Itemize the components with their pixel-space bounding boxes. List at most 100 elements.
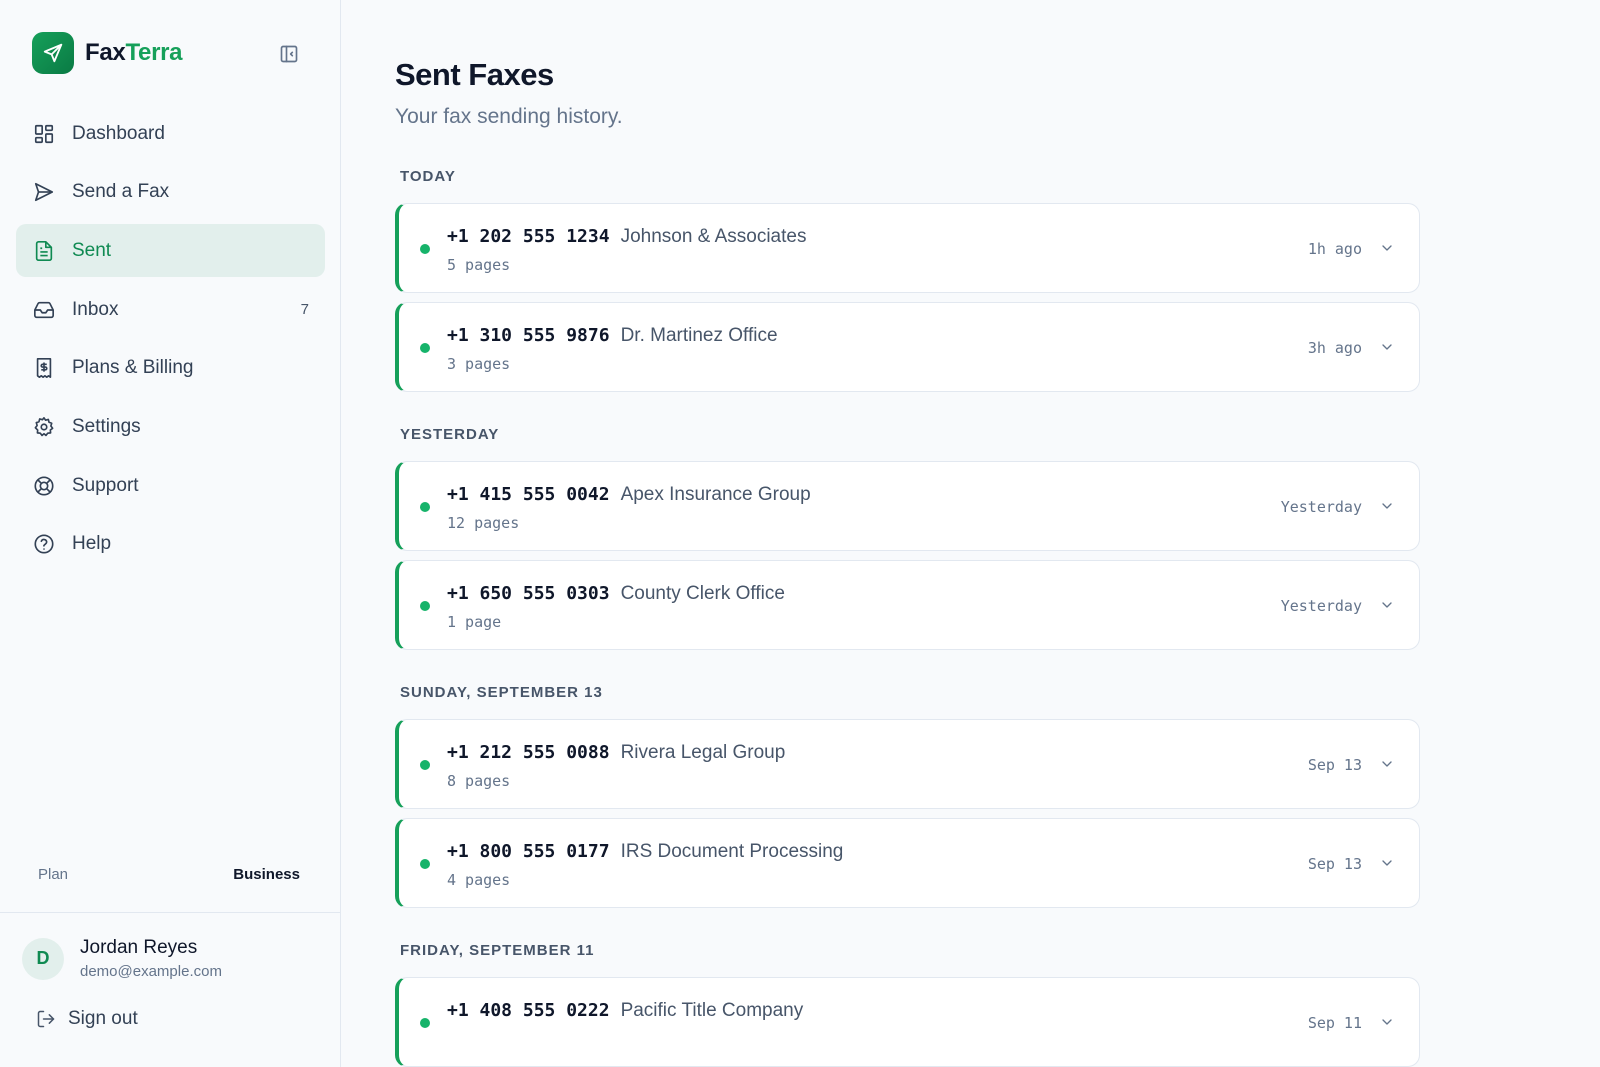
page-count: 12 pages [447, 514, 520, 532]
sent-time: Sep 11 [1307, 1014, 1362, 1032]
page-count: 4 pages [447, 871, 511, 889]
fax-card[interactable]: +1 310 555 9876 Dr. Martinez Office 3 page… [395, 302, 1420, 392]
sidebar-item-label: Sent [72, 239, 112, 261]
recipient-name: Dr. Martinez Office [620, 325, 778, 346]
group-date-label: SUNDAY, SEPTEMBER 13 [400, 684, 603, 701]
brand-name-part2: Terra [125, 39, 183, 66]
fax-group: FRIDAY, SEPTEMBER 11 +1 408 555 0222 Pacif… [395, 941, 1420, 1067]
logout-icon [36, 1009, 56, 1029]
sidebar-item-settings[interactable]: Settings [16, 400, 325, 453]
sidebar-item-support[interactable]: Support [16, 459, 325, 512]
sidebar-item-label: Support [72, 474, 139, 496]
fax-card[interactable]: +1 650 555 0303 County Clerk Office 1 page… [395, 560, 1420, 650]
sent-time: 1h ago [1307, 240, 1362, 258]
chevron-down-icon[interactable] [1377, 337, 1397, 357]
fax-number: +1 212 555 0088 [447, 742, 610, 763]
page-title: Sent Faxes [395, 57, 554, 92]
chevron-down-icon[interactable] [1377, 496, 1397, 516]
status-dot [420, 343, 430, 353]
inbox-count-badge: 7 [300, 301, 309, 319]
fax-group: YESTERDAY +1 415 555 0042 Apex Insurance G… [395, 425, 1420, 650]
chevron-down-icon[interactable] [1377, 1012, 1397, 1032]
sidebar-item-label: Settings [72, 415, 141, 437]
brand-name: FaxTerra [85, 39, 183, 67]
sent-time: Sep 13 [1307, 756, 1362, 774]
sidebar-item-inbox[interactable]: Inbox 7 [16, 283, 325, 336]
plan-indicator: Plan Business [22, 856, 316, 892]
fax-number: +1 415 555 0042 [447, 484, 610, 505]
chevron-down-icon[interactable] [1377, 754, 1397, 774]
recipient-name: Rivera Legal Group [620, 742, 786, 763]
fax-number: +1 202 555 1234 [447, 226, 610, 247]
sidebar: FaxTerra Dashboard Send a Fax Sent Inbox… [0, 0, 341, 1067]
group-date-label: TODAY [400, 168, 456, 185]
chevron-down-icon[interactable] [1377, 853, 1397, 873]
sidebar-item-dashboard[interactable]: Dashboard [16, 107, 325, 160]
fax-number: +1 650 555 0303 [447, 583, 610, 604]
sidebar-item-plans-billing[interactable]: Plans & Billing [16, 342, 325, 395]
status-dot [420, 502, 430, 512]
page-count: 1 page [447, 613, 502, 631]
recipient-name: Johnson & Associates [620, 226, 807, 247]
user-email: demo@example.com [80, 963, 222, 980]
fax-group: SUNDAY, SEPTEMBER 13 +1 212 555 0088 River… [395, 683, 1420, 908]
user-profile[interactable]: D Jordan Reyes demo@example.com [22, 937, 222, 980]
page-subtitle: Your fax sending history. [395, 105, 623, 128]
fax-number: +1 408 555 0222 [447, 1000, 610, 1021]
sidebar-item-help[interactable]: Help [16, 518, 325, 571]
plan-value: Business [233, 865, 300, 883]
page-count: 5 pages [447, 256, 511, 274]
fax-groups: TODAY +1 202 555 1234 Johnson & Associates… [395, 167, 1420, 1067]
status-dot [420, 760, 430, 770]
fax-group: TODAY +1 202 555 1234 Johnson & Associates… [395, 167, 1420, 392]
chevron-down-icon[interactable] [1377, 238, 1397, 258]
status-dot [420, 601, 430, 611]
fax-card[interactable]: +1 800 555 0177 IRS Document Processing 4 … [395, 818, 1420, 908]
gear-icon [32, 415, 56, 439]
group-date-label: YESTERDAY [400, 426, 500, 443]
sidebar-item-label: Help [72, 533, 112, 555]
group-date-label: FRIDAY, SEPTEMBER 11 [400, 942, 595, 959]
brand[interactable]: FaxTerra [32, 32, 183, 74]
plan-label: Plan [38, 865, 69, 883]
paper-plane-icon [32, 32, 74, 74]
recipient-name: County Clerk Office [620, 583, 785, 604]
sent-time: Sep 13 [1307, 855, 1362, 873]
user-name: Jordan Reyes [80, 937, 198, 958]
sent-time: Yesterday [1280, 597, 1362, 615]
fax-card[interactable]: +1 408 555 0222 Pacific Title Company Sep … [395, 977, 1420, 1067]
sent-time: 3h ago [1307, 339, 1362, 357]
fax-card[interactable]: +1 212 555 0088 Rivera Legal Group 8 pages… [395, 719, 1420, 809]
grid-icon [32, 122, 56, 146]
sidebar-item-label: Plans & Billing [72, 357, 194, 379]
sidebar-divider [0, 912, 341, 913]
sign-out-label: Sign out [68, 1008, 138, 1029]
sidebar-collapse-icon[interactable] [277, 42, 301, 66]
sidebar-item-send-a-fax[interactable]: Send a Fax [16, 166, 325, 219]
sidebar-item-label: Inbox [72, 298, 119, 320]
fax-card[interactable]: +1 202 555 1234 Johnson & Associates 5 pag… [395, 203, 1420, 293]
sidebar-item-label: Dashboard [72, 122, 165, 144]
sidebar-item-sent[interactable]: Sent [16, 224, 325, 278]
page-count: 8 pages [447, 772, 511, 790]
sidebar-item-label: Send a Fax [72, 181, 170, 203]
fax-number: +1 310 555 9876 [447, 325, 610, 346]
billing-icon [32, 356, 56, 380]
recipient-name: Apex Insurance Group [620, 484, 811, 505]
brand-name-part1: Fax [85, 39, 126, 66]
recipient-name: IRS Document Processing [620, 841, 844, 862]
sign-out-button[interactable]: Sign out [36, 1008, 138, 1030]
status-dot [420, 244, 430, 254]
help-icon [32, 532, 56, 556]
lifebuoy-icon [32, 474, 56, 498]
sidebar-nav: Dashboard Send a Fax Sent Inbox 7 Plans … [16, 107, 325, 577]
avatar: D [22, 937, 64, 980]
sent-time: Yesterday [1280, 498, 1362, 516]
fax-number: +1 800 555 0177 [447, 841, 610, 862]
status-dot [420, 1018, 430, 1028]
status-dot [420, 859, 430, 869]
fax-card[interactable]: +1 415 555 0042 Apex Insurance Group 12 pa… [395, 461, 1420, 551]
inbox-icon [32, 298, 56, 322]
recipient-name: Pacific Title Company [620, 1000, 804, 1021]
chevron-down-icon[interactable] [1377, 595, 1397, 615]
